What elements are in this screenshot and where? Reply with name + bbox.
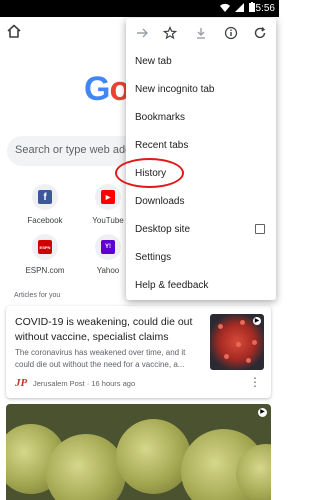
star-icon[interactable] [163,26,177,40]
history-highlight-annotation [115,158,184,188]
play-icon: ▶ [258,408,267,417]
menu-downloads[interactable]: Downloads [135,196,184,207]
desktop-site-checkbox[interactable] [255,224,265,234]
home-icon[interactable] [6,23,22,39]
more-vert-icon[interactable]: ⋮ [249,375,261,389]
menu-settings[interactable]: Settings [135,252,171,263]
article-snippet: The coronavirus has weakened over time, … [15,348,186,369]
battery-icon [249,2,255,12]
menu-bookmarks[interactable]: Bookmarks [135,112,185,123]
menu-desktop-site[interactable]: Desktop site [135,224,190,235]
menu-icon-row [126,18,276,48]
status-time: 5:56 [255,3,275,14]
menu-new-tab[interactable]: New tab [135,56,172,67]
source-logo: JP [15,377,28,389]
espn-icon: ESPN [32,234,58,260]
article-card[interactable]: COVID-19 is weakening, could die out wit… [6,306,271,398]
status-bar: 5:56 [0,0,279,17]
forward-icon[interactable] [135,26,149,40]
article-thumbnail[interactable]: ▶ [210,314,264,370]
info-icon[interactable] [224,26,238,40]
youtube-icon: ▶ [95,184,121,210]
signal-icon [235,2,244,12]
tile-espn[interactable]: ESPN ESPN.com [17,234,73,275]
article-image-card[interactable]: ▶ [6,404,271,500]
google-logo: Go [84,70,130,108]
menu-new-incognito-tab[interactable]: New incognito tab [135,84,215,95]
tile-label: Facebook [27,216,63,225]
tile-facebook[interactable]: f Facebook [17,184,73,225]
article-source: Jerusalem Post · 16 hours ago [33,379,136,388]
refresh-icon[interactable] [253,26,267,40]
tile-label: ESPN.com [25,266,65,275]
facebook-icon: f [32,184,58,210]
play-icon: ▶ [253,317,261,325]
menu-help-feedback[interactable]: Help & feedback [135,280,208,291]
download-icon[interactable] [194,26,208,40]
article-title[interactable]: COVID-19 is weakening, could die out wit… [15,315,205,345]
wifi-icon [220,3,230,12]
yahoo-icon: Y! [95,234,121,260]
menu-recent-tabs[interactable]: Recent tabs [135,140,188,151]
articles-header: Articles for you [14,292,61,299]
